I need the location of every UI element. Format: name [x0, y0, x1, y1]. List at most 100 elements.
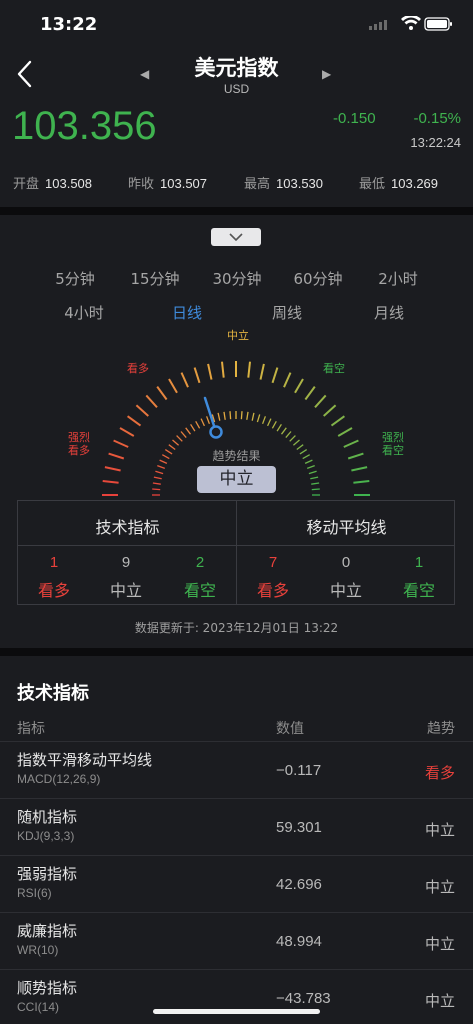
status-time: 13:22 [40, 14, 98, 35]
indicator-trend: 中立 [424, 992, 455, 1010]
period-15m[interactable]: 15分钟 [115, 268, 195, 289]
gauge-label-sell: 看空 [323, 362, 345, 375]
ma-sell-label: 看空 [402, 581, 435, 600]
gauge-inner-tick [185, 427, 192, 435]
gauge-outer-tick [221, 361, 225, 378]
stat-label: 最低 [359, 177, 386, 192]
tech-neutral-label: 中立 [109, 581, 142, 600]
gauge-inner-tick [217, 412, 221, 421]
gauge-inner-tick [311, 482, 320, 485]
gauge-label-line: 强烈 [68, 431, 90, 444]
ma-buy-count: 7 [268, 554, 278, 571]
indicator-trend: 看多 [424, 764, 455, 782]
signal-icon [369, 20, 387, 30]
page-title: 美元指数 [194, 56, 279, 80]
gauge-inner-tick [292, 439, 300, 446]
gauge-inner-tick [190, 423, 196, 432]
gauge-outer-tick [104, 466, 121, 472]
gauge-inner-tick [180, 431, 187, 439]
summary-technical-title: 技术指标 [95, 518, 160, 537]
gauge-outer-tick [259, 363, 265, 380]
gauge-outer-tick [330, 415, 345, 427]
stat-low: 最低 103.269 [359, 173, 438, 192]
stat-value: 103.508 [45, 176, 93, 191]
wifi-icon [401, 14, 421, 30]
home-indicator [153, 1009, 320, 1014]
gauge-inner-tick [240, 411, 243, 420]
stat-open: 开盘 103.508 [13, 173, 92, 192]
gauge-outer-tick [102, 480, 119, 484]
stat-high: 最高 103.530 [244, 173, 323, 192]
gauge-inner-tick [306, 464, 315, 470]
gauge-outer-tick [127, 415, 142, 427]
gauge-label-neutral: 中立 [227, 329, 249, 342]
gauge-needle-pivot [209, 425, 223, 439]
gauge-inner-tick [152, 482, 161, 485]
row-divider [0, 855, 473, 856]
gauge-inner-tick [153, 476, 162, 480]
gauge-inner-tick [157, 464, 166, 470]
row-divider [0, 741, 473, 742]
indicator-trend: 中立 [424, 935, 455, 953]
indicator-name: 随机指标 [17, 808, 78, 826]
chevron-down-icon [229, 233, 243, 241]
indicator-value: −43.783 [276, 990, 331, 1007]
period-30m[interactable]: 30分钟 [197, 268, 277, 289]
tech-neutral-count: 9 [121, 554, 131, 571]
gauge-outer-tick [135, 404, 149, 417]
period-2h[interactable]: 2小时 [358, 268, 438, 289]
period-60m[interactable]: 60分钟 [278, 268, 358, 289]
indicator-code: WR(10) [17, 943, 59, 957]
row-divider [0, 798, 473, 799]
collapse-toggle[interactable] [211, 228, 261, 246]
gauge-inner-tick [308, 470, 317, 475]
row-divider [0, 969, 473, 970]
ma-buy-label: 看多 [256, 581, 289, 600]
gauge-outer-tick [119, 427, 135, 437]
period-5m[interactable]: 5分钟 [35, 268, 115, 289]
next-arrow-icon[interactable]: ▶ [322, 67, 331, 81]
gauge-inner-tick [246, 411, 249, 420]
gauge-inner-tick [310, 476, 319, 480]
gauge-outer-tick [207, 363, 213, 380]
indicators-section-title: 技术指标 [17, 683, 89, 704]
trend-result-badge: 中立 [197, 466, 276, 493]
tech-sell-count: 2 [195, 554, 205, 571]
col-header-name: 指标 [17, 721, 45, 737]
gauge-inner-tick [195, 420, 201, 429]
gauge-inner-tick [256, 414, 261, 423]
gauge-outer-tick [145, 394, 158, 408]
col-header-value: 数值 [276, 721, 304, 737]
gauge-outer-tick [314, 394, 327, 408]
summary-ma-title: 移动平均线 [306, 518, 387, 537]
indicator-code: RSI(6) [17, 886, 52, 900]
gauge-outer-tick [180, 372, 189, 388]
tech-buy-count: 1 [49, 554, 59, 571]
trend-result-label: 趋势结果 [212, 449, 261, 463]
gauge-outer-tick [168, 378, 178, 394]
price-change-pct: -0.15% [413, 110, 461, 127]
gauge-outer-tick [294, 378, 304, 394]
tech-sell-label: 看空 [183, 581, 216, 600]
gauge-outer-tick [337, 427, 353, 437]
gauge-inner-tick [205, 416, 211, 425]
gauge-outer-tick [193, 367, 201, 384]
gauge-inner-tick [271, 420, 277, 429]
gauge-outer-tick [353, 480, 370, 484]
indicator-code: CCI(14) [17, 1000, 60, 1014]
indicator-name: 指数平滑移动平均线 [17, 751, 153, 769]
section-divider [0, 648, 473, 656]
battery-icon [424, 17, 452, 31]
status-icons [369, 14, 453, 36]
ma-sell-count: 1 [414, 554, 424, 571]
gauge-outer-tick [304, 386, 316, 401]
section-divider [0, 207, 473, 215]
stat-label: 最高 [244, 177, 271, 192]
gauge-outer-tick [323, 404, 337, 417]
gauge-inner-tick [229, 411, 232, 420]
indicator-code: KDJ(9,3,3) [17, 829, 75, 843]
indicator-value: 48.994 [276, 933, 322, 950]
indicator-trend: 中立 [424, 878, 455, 896]
indicator-value: 59.301 [276, 819, 322, 836]
gauge-label-buy: 看多 [127, 362, 149, 375]
